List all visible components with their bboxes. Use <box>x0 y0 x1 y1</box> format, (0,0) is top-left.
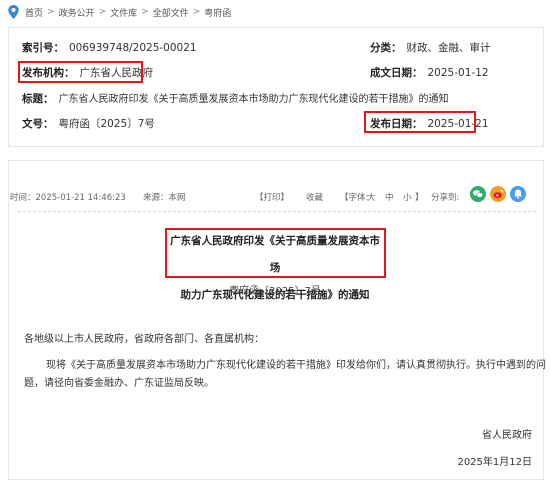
created-date-value: 2025-01-12 <box>427 67 489 79</box>
breadcrumb-item-file-library[interactable]: 文件库 <box>110 6 137 19</box>
favorite-button[interactable]: 收藏 <box>306 191 323 203</box>
breadcrumb-separator: > <box>192 7 201 17</box>
print-button[interactable]: 【打印】 <box>255 191 289 203</box>
body-line-2: 题，请径向省委金融办、广东证监局反映。 <box>24 378 214 389</box>
breadcrumb-item-gov-affairs[interactable]: 政务公开 <box>59 6 95 19</box>
breadcrumb-item-current[interactable]: 粤府函 <box>204 6 231 19</box>
category-label: 分类： <box>370 42 402 54</box>
body-line-1: 现将《关于高质量发展资本市场助力广东现代化建设的若干措施》印发给你们，请认真贯彻… <box>46 360 546 371</box>
breadcrumb-item-home[interactable]: 首页 <box>25 6 43 19</box>
bell-icon[interactable] <box>510 186 526 202</box>
title-highlight-box <box>165 228 386 278</box>
share-label: 分享到: <box>431 193 460 203</box>
toolbar-divider <box>18 211 536 212</box>
font-size-medium-button[interactable]: 中 <box>385 191 394 203</box>
article-toolbar: 时间：2025-01-21 14:46:23 来源：本网 【打印】 收藏 【字体… <box>10 188 530 206</box>
created-date-row: 成文日期： 2025-01-12 <box>370 66 489 80</box>
publish-time: 时间：2025-01-21 14:46:23 <box>10 193 126 203</box>
index-number-label: 索引号： <box>22 42 64 54</box>
breadcrumb: 首页 > 政务公开 > 文件库 > 全部文件 > 粤府函 <box>8 4 231 20</box>
wechat-icon[interactable] <box>470 186 486 202</box>
location-pin-icon <box>8 5 19 19</box>
breadcrumb-separator: > <box>47 7 55 17</box>
index-number-row: 索引号： 006939748/2025-00021 <box>22 41 197 55</box>
published-date-highlight-box <box>364 111 476 133</box>
title-label: 标题： <box>22 93 54 105</box>
weibo-icon[interactable] <box>490 186 506 202</box>
font-size-small-button[interactable]: 小 <box>403 191 412 203</box>
doc-number-value: 粤府函〔2025〕7号 <box>58 118 155 130</box>
issuer-highlight-box <box>18 61 143 83</box>
breadcrumb-separator: > <box>141 7 149 17</box>
salutation: 各地级以上市人民政府，省政府各部门、各直属机构： <box>24 334 264 345</box>
breadcrumb-item-all-files[interactable]: 全部文件 <box>153 6 189 19</box>
source-label: 来源：本网 <box>143 193 186 203</box>
breadcrumb-separator: > <box>98 7 107 17</box>
document-date: 2025年1月12日 <box>457 457 532 468</box>
index-number-value: 006939748/2025-00021 <box>69 42 197 54</box>
article-panel <box>8 160 544 480</box>
font-size-close-bracket: 】 <box>415 193 424 203</box>
doc-number-label: 文号： <box>22 118 54 130</box>
font-size-label: 【字体: <box>340 193 369 203</box>
category-value: 财政、金融、审计 <box>406 42 491 54</box>
title-value: 广东省人民政府印发《关于高质量发展资本市场助力广东现代化建设的若干措施》的通知 <box>58 94 449 105</box>
font-size-large-button[interactable]: 大 <box>367 191 376 203</box>
created-date-label: 成文日期： <box>370 67 423 79</box>
title-row: 标题： 广东省人民政府印发《关于高质量发展资本市场助力广东现代化建设的若干措施》的… <box>22 92 449 107</box>
article-doc-number: 粤府函〔2025〕7号 <box>229 286 321 297</box>
doc-number-row: 文号： 粤府函〔2025〕7号 <box>22 117 155 131</box>
signature: 省人民政府 <box>482 430 532 441</box>
category-row: 分类： 财政、金融、审计 <box>370 41 491 55</box>
